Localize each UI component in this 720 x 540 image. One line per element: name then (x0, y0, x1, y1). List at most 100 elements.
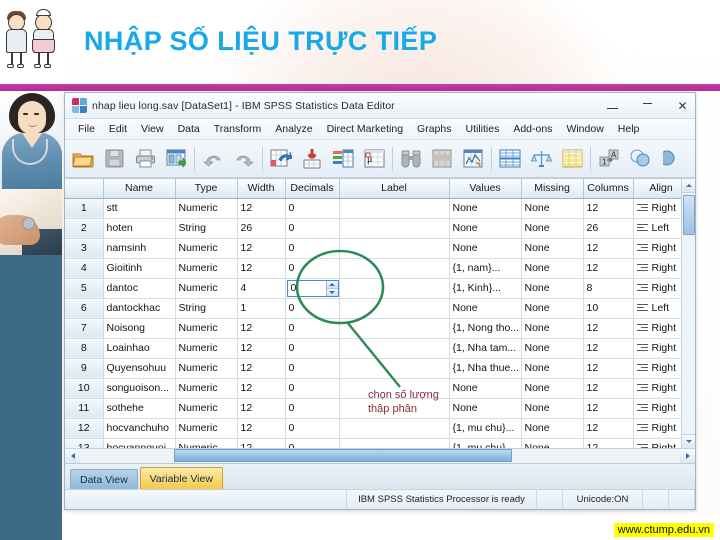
restore-icon[interactable] (641, 100, 654, 113)
cell-name[interactable]: hocvanchuho (103, 418, 176, 439)
horizontal-scrollbar[interactable] (65, 448, 695, 463)
cell-label[interactable] (339, 198, 450, 219)
column-header-missing[interactable]: Missing (521, 179, 584, 199)
cell-label[interactable] (339, 418, 450, 439)
cell-columns[interactable]: 26 (583, 218, 634, 239)
cell-missing[interactable]: None (521, 338, 584, 359)
save-file-icon[interactable] (99, 143, 129, 175)
column-header-name[interactable]: Name (103, 179, 176, 199)
split-file-icon[interactable] (495, 143, 525, 175)
cell-decimals-active[interactable]: 0 (285, 278, 340, 299)
scroll-right-icon[interactable] (680, 449, 695, 463)
cell-columns[interactable]: 10 (583, 298, 634, 319)
cell-columns[interactable]: 12 (583, 318, 634, 339)
decimals-spinner[interactable]: 0 (286, 279, 338, 297)
cell-width[interactable]: 12 (237, 398, 286, 419)
cell-missing[interactable]: None (521, 238, 584, 259)
menu-analyze[interactable]: Analyze (268, 121, 319, 137)
menu-utilities[interactable]: Utilities (458, 121, 506, 137)
cell-type[interactable]: Numeric (175, 358, 238, 379)
cell-values[interactable]: None (449, 198, 522, 219)
cell-decimals[interactable]: 0 (285, 358, 340, 379)
cell-values[interactable]: None (449, 218, 522, 239)
cell-name[interactable]: namsinh (103, 238, 176, 259)
cell-values[interactable]: None (449, 378, 522, 399)
cell-type[interactable]: Numeric (175, 258, 238, 279)
cell-type[interactable]: Numeric (175, 338, 238, 359)
variables-icon[interactable] (328, 143, 358, 175)
row-number-cell[interactable]: 1 (65, 198, 104, 219)
cell-columns[interactable]: 12 (583, 258, 634, 279)
cell-columns[interactable]: 12 (583, 358, 634, 379)
cell-decimals[interactable]: 0 (285, 338, 340, 359)
cell-values[interactable]: {1, mu chu}... (449, 418, 522, 439)
menu-graphs[interactable]: Graphs (410, 121, 458, 137)
cell-missing[interactable]: None (521, 218, 584, 239)
cell-type[interactable]: Numeric (175, 198, 238, 219)
close-icon[interactable]: ✕ (676, 99, 689, 113)
column-header-decimals[interactable]: Decimals (285, 179, 340, 199)
cell-values[interactable]: {1, Kinh}... (449, 278, 522, 299)
cell-width[interactable]: 12 (237, 358, 286, 379)
scroll-down-icon[interactable] (682, 434, 695, 448)
cell-name[interactable]: dantockhac (103, 298, 176, 319)
insert-case-icon[interactable] (427, 143, 457, 175)
cell-type[interactable]: String (175, 298, 238, 319)
column-header-values[interactable]: Values (449, 179, 522, 199)
column-header-type[interactable]: Type (175, 179, 238, 199)
cell-label[interactable] (339, 338, 450, 359)
row-number-cell[interactable]: 5 (65, 278, 104, 299)
cell-width[interactable]: 12 (237, 338, 286, 359)
horizontal-scroll-track[interactable] (80, 449, 680, 463)
cell-values[interactable]: None (449, 238, 522, 259)
cell-columns[interactable]: 12 (583, 238, 634, 259)
cell-name[interactable]: sothehe (103, 398, 176, 419)
cell-name[interactable]: songuoison... (103, 378, 176, 399)
cell-name[interactable]: stt (103, 198, 176, 219)
cell-name[interactable]: Gioitinh (103, 258, 176, 279)
cell-type[interactable]: Numeric (175, 378, 238, 399)
cell-name[interactable]: hoten (103, 218, 176, 239)
cell-name[interactable]: Noisong (103, 318, 176, 339)
cell-missing[interactable]: None (521, 398, 584, 419)
cell-label[interactable] (339, 358, 450, 379)
cell-label[interactable] (339, 318, 450, 339)
undo-icon[interactable] (198, 143, 228, 175)
find-icon[interactable] (396, 143, 426, 175)
horizontal-scroll-thumb[interactable] (174, 449, 512, 462)
cell-type[interactable]: Numeric (175, 418, 238, 439)
cell-columns[interactable]: 12 (583, 398, 634, 419)
cell-values[interactable]: {1, Nong tho... (449, 318, 522, 339)
cell-type[interactable]: Numeric (175, 238, 238, 259)
row-number-cell[interactable]: 2 (65, 218, 104, 239)
cell-width[interactable]: 1 (237, 298, 286, 319)
cell-missing[interactable]: None (521, 378, 584, 399)
cell-missing[interactable]: None (521, 278, 584, 299)
row-number-cell[interactable]: 10 (65, 378, 104, 399)
cell-decimals[interactable]: 0 (285, 318, 340, 339)
row-number-cell[interactable]: 4 (65, 258, 104, 279)
column-header-width[interactable]: Width (237, 179, 286, 199)
use-sets-icon[interactable] (625, 143, 655, 175)
cell-width[interactable]: 12 (237, 238, 286, 259)
cell-missing[interactable]: None (521, 358, 584, 379)
row-number-cell[interactable]: 8 (65, 338, 104, 359)
goto-variable-icon[interactable] (297, 143, 327, 175)
cell-width[interactable]: 12 (237, 258, 286, 279)
cell-missing[interactable]: None (521, 258, 584, 279)
row-number-cell[interactable]: 3 (65, 238, 104, 259)
cell-width[interactable]: 12 (237, 318, 286, 339)
cell-decimals[interactable]: 0 (285, 298, 340, 319)
table-row[interactable]: 1 stt Numeric 12 0 None None 12 Right (65, 198, 690, 219)
menu-edit[interactable]: Edit (102, 121, 134, 137)
cell-width[interactable]: 26 (237, 218, 286, 239)
cell-values[interactable]: {1, Nha thue... (449, 358, 522, 379)
cell-missing[interactable]: None (521, 298, 584, 319)
table-row[interactable]: 2 hoten String 26 0 None None 26 Left (65, 218, 690, 239)
cell-columns[interactable]: 8 (583, 278, 634, 299)
menu-data[interactable]: Data (171, 121, 207, 137)
table-row[interactable]: 8 Loainhao Numeric 12 0 {1, Nha tam... None 12 R… (65, 338, 690, 359)
menu-file[interactable]: File (71, 121, 102, 137)
row-number-cell[interactable]: 7 (65, 318, 104, 339)
decimals-input[interactable]: 0 (288, 281, 326, 296)
